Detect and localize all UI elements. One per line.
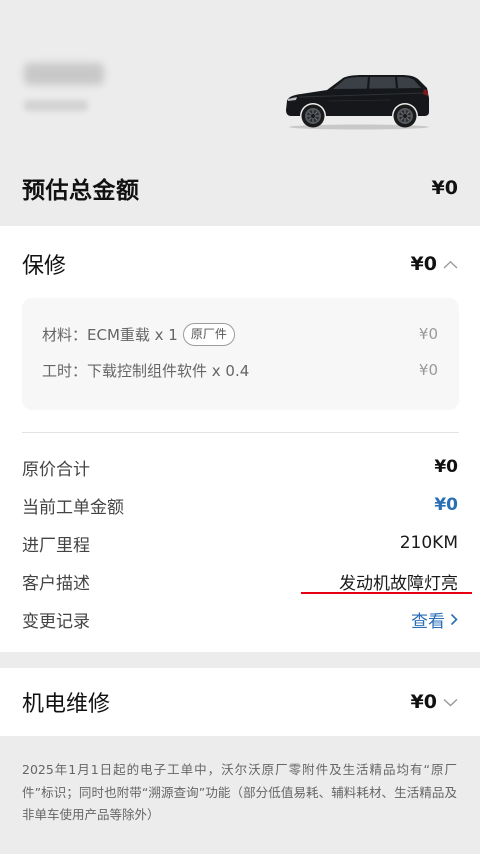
change-log-label: 变更记录	[22, 611, 90, 632]
part-item-left: 材料：ECM重载 x 1 原厂件	[42, 322, 235, 346]
blurred-vehicle-name	[24, 63, 104, 85]
customer-description-label: 客户描述	[22, 573, 90, 594]
mileage-label: 进厂里程	[22, 535, 90, 556]
electromech-header[interactable]: 机电维修 ¥0	[22, 668, 458, 736]
chevron-up-icon[interactable]	[443, 260, 458, 269]
red-underline-annotation	[301, 592, 472, 594]
current-order-amount-row: 当前工单金额 ¥0	[22, 486, 458, 524]
oem-badge: 原厂件	[182, 322, 235, 346]
warranty-parts-list: 材料：ECM重载 x 1 原厂件 ¥0 工时：下载控制组件软件 x 0.4 ¥0	[22, 298, 459, 410]
original-total-value: ¥0	[434, 457, 458, 477]
warranty-amount-group: ¥0	[411, 253, 458, 275]
current-order-amount-value: ¥0	[434, 495, 458, 515]
blurred-vehicle-subtitle	[24, 100, 88, 111]
original-total-label: 原价合计	[22, 459, 90, 480]
customer-description-row: 客户描述 发动机故障灯亮	[22, 562, 458, 600]
footer-notice: 2025年1月1日起的电子工单中，沃尔沃原厂零附件及生活精品均有“原厂件”标识；…	[22, 762, 457, 822]
chevron-right-icon	[450, 613, 458, 625]
change-log-row: 变更记录 查看	[22, 600, 458, 638]
warranty-amount: ¥0	[410, 253, 437, 275]
vehicle-image	[286, 75, 429, 130]
electromech-title: 机电维修	[22, 692, 111, 717]
electromech-card: 机电维修 ¥0	[0, 668, 480, 736]
warranty-card: 保修 ¥0 材料：ECM重载 x 1 原厂件 ¥0 工时：下载控制组件软件 x …	[0, 226, 480, 652]
estimated-total-value: ¥0	[431, 177, 458, 199]
original-total-row: 原价合计 ¥0	[22, 448, 458, 486]
list-item: 材料：ECM重载 x 1 原厂件 ¥0	[42, 316, 438, 352]
mileage-value: 210KM	[399, 533, 458, 553]
chevron-down-icon[interactable]	[443, 698, 458, 707]
estimated-total-label: 预估总金额	[22, 178, 140, 204]
customer-description-value: 发动机故障灯亮	[339, 573, 458, 594]
part-item-label: 材料：ECM重载 x 1	[42, 325, 178, 344]
estimated-total-row: 预估总金额 ¥0	[22, 170, 458, 206]
electromech-amount-group: ¥0	[411, 691, 458, 713]
current-order-amount-label: 当前工单金额	[22, 497, 124, 518]
view-change-log-link[interactable]: 查看	[411, 607, 458, 632]
mileage-row: 进厂里程 210KM	[22, 524, 458, 562]
warranty-title: 保修	[22, 254, 67, 279]
part-item-price: ¥0	[418, 361, 438, 379]
vehicle-hero: 预估总金额 ¥0	[0, 0, 480, 226]
part-item-label: 工时：下载控制组件软件 x 0.4	[42, 361, 250, 380]
part-item-price: ¥0	[418, 325, 438, 343]
warranty-header[interactable]: 保修 ¥0	[22, 226, 458, 302]
list-item: 工时：下载控制组件软件 x 0.4 ¥0	[42, 352, 438, 388]
divider	[22, 432, 459, 433]
view-link-label: 查看	[411, 611, 445, 632]
electromech-amount: ¥0	[410, 691, 437, 713]
